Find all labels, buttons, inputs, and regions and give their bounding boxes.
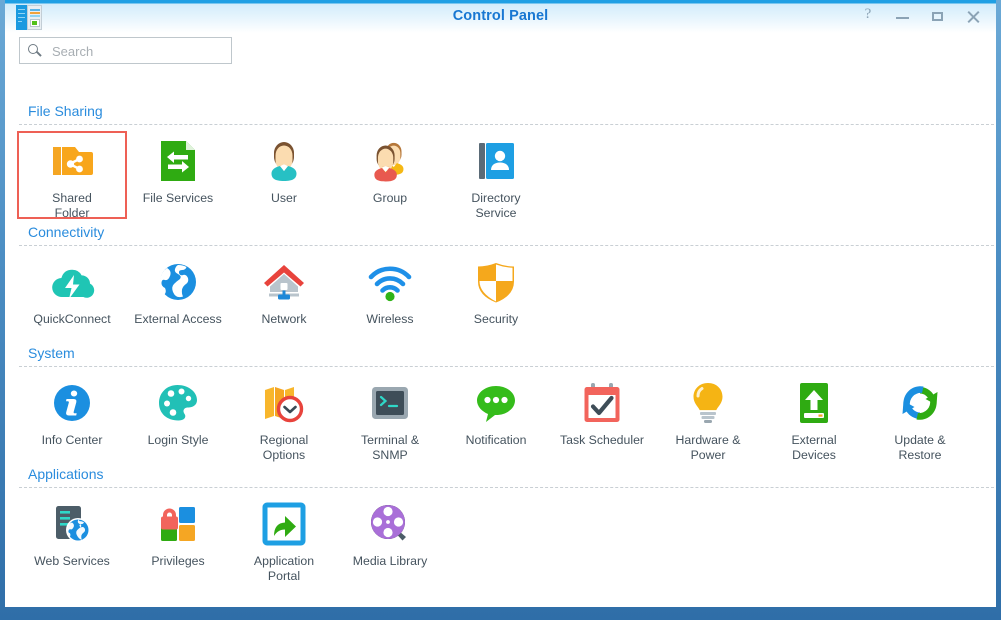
user-icon	[260, 137, 308, 185]
tile-label-external-devices: External Devices	[791, 433, 836, 463]
section-divider	[19, 245, 994, 246]
page-title: Control Panel	[5, 8, 996, 24]
section-grid-file-sharing: Shared Folder File Services User Group D…	[19, 131, 994, 221]
tile-label-web-services: Web Services	[34, 554, 110, 569]
tile-label-regional-options: Regional Options	[260, 433, 309, 463]
maximize-icon[interactable]	[929, 8, 947, 26]
section-divider	[19, 487, 994, 488]
palette-icon	[154, 379, 202, 427]
tile-label-application-portal: Application Portal	[254, 554, 314, 584]
tile-file-services[interactable]: File Services	[125, 131, 231, 221]
tile-label-hardware-power: Hardware & Power	[676, 433, 741, 463]
search-box[interactable]	[19, 37, 232, 64]
info-icon	[48, 379, 96, 427]
help-icon[interactable]	[859, 8, 877, 26]
tile-terminal-snmp[interactable]: Terminal & SNMP	[337, 373, 443, 463]
title-bar: Control Panel	[5, 0, 996, 33]
tile-notification[interactable]: Notification	[443, 373, 549, 463]
minimize-icon[interactable]	[894, 8, 912, 26]
refresh-arrows-icon	[896, 379, 944, 427]
tile-task-scheduler[interactable]: Task Scheduler	[549, 373, 655, 463]
tile-network[interactable]: Network	[231, 252, 337, 327]
search-input[interactable]	[50, 38, 229, 65]
directory-service-icon	[472, 137, 520, 185]
tile-label-login-style: Login Style	[148, 433, 209, 448]
tile-label-directory-service: Directory Service	[471, 191, 520, 221]
section-divider	[19, 366, 994, 367]
quickconnect-cloud-icon	[48, 258, 96, 306]
tile-label-info-center: Info Center	[42, 433, 103, 448]
tile-label-task-scheduler: Task Scheduler	[560, 433, 644, 448]
lightbulb-icon	[684, 379, 732, 427]
close-icon[interactable]	[964, 8, 982, 26]
tile-label-external-access: External Access	[134, 312, 221, 327]
shield-icon	[472, 258, 520, 306]
tile-login-style[interactable]: Login Style	[125, 373, 231, 463]
tile-label-quickconnect: QuickConnect	[33, 312, 110, 327]
tile-label-wireless: Wireless	[366, 312, 413, 327]
tile-label-file-services: File Services	[143, 191, 213, 206]
privileges-lock-icon	[154, 500, 202, 548]
network-house-icon	[260, 258, 308, 306]
section-title-connectivity: Connectivity	[28, 224, 104, 240]
tile-label-notification: Notification	[466, 433, 527, 448]
section-divider	[19, 124, 994, 125]
tile-update-restore[interactable]: Update & Restore	[867, 373, 973, 463]
tile-label-user: User	[271, 191, 297, 206]
tile-application-portal[interactable]: Application Portal	[231, 494, 337, 584]
globe-icon	[154, 258, 202, 306]
server-globe-icon	[48, 500, 96, 548]
tile-directory-service[interactable]: Directory Service	[443, 131, 549, 221]
tile-info-center[interactable]: Info Center	[19, 373, 125, 463]
file-services-icon	[154, 137, 202, 185]
tile-group[interactable]: Group	[337, 131, 443, 221]
wifi-icon	[366, 258, 414, 306]
group-icon	[366, 137, 414, 185]
tile-label-update-restore: Update & Restore	[894, 433, 945, 463]
window-controls	[859, 0, 982, 33]
tile-label-shared-folder: Shared Folder	[52, 191, 92, 221]
tile-label-security: Security	[474, 312, 518, 327]
section-title-applications: Applications	[28, 466, 104, 482]
shared-folder-icon	[48, 137, 96, 185]
control-panel-window: Control Panel File Sharing Shared Folder…	[0, 0, 1001, 620]
tile-label-media-library: Media Library	[353, 554, 428, 569]
section-title-system: System	[28, 345, 75, 361]
tile-label-group: Group	[373, 191, 407, 206]
section-title-file-sharing: File Sharing	[28, 103, 103, 119]
eject-device-icon	[790, 379, 838, 427]
section-grid-connectivity: QuickConnect External Access Network Wir…	[19, 252, 994, 327]
tile-web-services[interactable]: Web Services	[19, 494, 125, 584]
section-grid-applications: Web Services Privileges Application Port…	[19, 494, 994, 584]
tile-external-devices[interactable]: External Devices	[761, 373, 867, 463]
search-icon	[28, 44, 43, 59]
tile-shared-folder[interactable]: Shared Folder	[17, 131, 127, 219]
tile-label-network: Network	[261, 312, 306, 327]
tile-security[interactable]: Security	[443, 252, 549, 327]
tile-label-privileges: Privileges	[151, 554, 204, 569]
tile-regional-options[interactable]: Regional Options	[231, 373, 337, 463]
map-clock-icon	[260, 379, 308, 427]
control-panel-content: File Sharing Shared Folder File Services…	[5, 33, 996, 607]
tile-hardware-power[interactable]: Hardware & Power	[655, 373, 761, 463]
tile-user[interactable]: User	[231, 131, 337, 221]
calendar-check-icon	[578, 379, 626, 427]
section-grid-system: Info Center Login Style Regional Options…	[19, 373, 994, 463]
terminal-icon	[366, 379, 414, 427]
tile-wireless[interactable]: Wireless	[337, 252, 443, 327]
tile-media-library[interactable]: Media Library	[337, 494, 443, 584]
tile-privileges[interactable]: Privileges	[125, 494, 231, 584]
tile-external-access[interactable]: External Access	[125, 252, 231, 327]
portal-arrow-icon	[260, 500, 308, 548]
tile-label-terminal-snmp: Terminal & SNMP	[361, 433, 419, 463]
speech-bubble-icon	[472, 379, 520, 427]
film-reel-icon	[366, 500, 414, 548]
tile-quickconnect[interactable]: QuickConnect	[19, 252, 125, 327]
